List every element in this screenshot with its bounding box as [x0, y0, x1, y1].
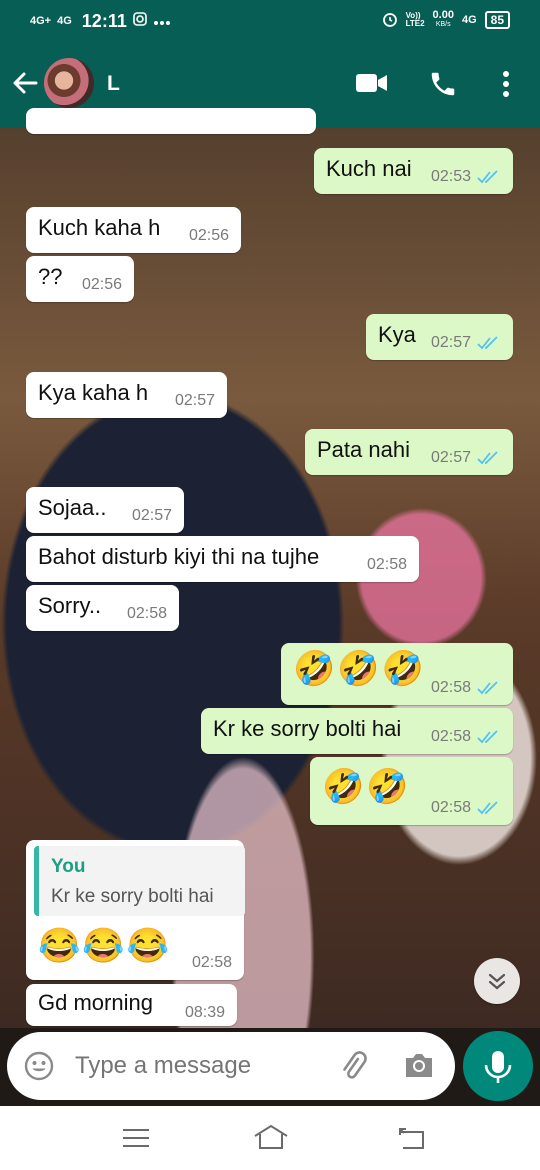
- message-time: 08:39: [184, 1004, 225, 1021]
- message-emoji: 🤣🤣: [322, 768, 411, 806]
- message-bubble-incoming[interactable]: Kuch kaha h 02:56: [26, 207, 241, 253]
- message-emoji: 😂😂😂: [38, 927, 172, 965]
- system-nav-bar: [0, 1106, 540, 1170]
- message-text: Kya: [378, 322, 416, 347]
- network-indicator-3: 4G: [461, 13, 477, 26]
- message-bubble-incoming[interactable]: Kya kaha h 02:57: [26, 372, 227, 418]
- quoted-text: Kr ke sorry bolti hai: [51, 886, 214, 907]
- message-bubble-outgoing[interactable]: Kya 02:57: [366, 314, 513, 360]
- message-emoji: 🤣🤣🤣: [293, 650, 427, 688]
- mic-button[interactable]: [463, 1031, 533, 1101]
- read-ticks-icon: [477, 451, 498, 465]
- message-text: Kr ke sorry bolti hai: [213, 716, 402, 741]
- status-time: 12:11: [81, 11, 127, 31]
- message-text: Bahot disturb kiyi thi na tujhe: [38, 544, 320, 569]
- scroll-down-button[interactable]: [474, 958, 520, 1004]
- network-indicator-2: 4G: [57, 15, 72, 27]
- message-time: 02:58: [430, 728, 471, 745]
- network-indicator-1: 4G+: [30, 15, 52, 27]
- message-time: 02:56: [81, 276, 122, 293]
- message-text: Sorry..: [38, 593, 102, 618]
- contact-avatar[interactable]: [44, 58, 94, 108]
- voice-call-icon[interactable]: [428, 69, 458, 104]
- message-time: 02:57: [174, 392, 215, 409]
- message-bubble-reply[interactable]: You Kr ke sorry bolti hai 😂😂😂 02:58: [26, 840, 245, 980]
- status-bar: 4G+ 4G 12:11 Vo)) LTE2 0.00 KB/s 4G 85: [0, 0, 540, 42]
- data-speed: 0.00 KB/s: [432, 9, 454, 29]
- message-bubble-incoming[interactable]: ?? 02:56: [26, 256, 134, 302]
- message-bubble-outgoing[interactable]: Kuch nai 02:53: [314, 148, 513, 194]
- read-ticks-icon: [477, 681, 498, 695]
- mic-icon: [484, 1051, 512, 1083]
- message-time: 02:53: [430, 168, 471, 185]
- read-ticks-icon: [477, 336, 498, 350]
- message-time: 02:58: [191, 954, 232, 971]
- volte-indicator: Vo)) LTE2: [405, 11, 425, 28]
- message-text: Kuch nai: [326, 156, 412, 181]
- message-bubble-outgoing[interactable]: 🤣🤣🤣 02:58: [281, 643, 513, 705]
- more-options-icon[interactable]: [502, 70, 510, 103]
- message-text: Pata nahi: [317, 437, 410, 462]
- message-time: 02:58: [430, 799, 471, 816]
- message-bubble-partial: [26, 108, 316, 134]
- back-arrow-icon[interactable]: [10, 68, 40, 98]
- message-time: 02:58: [430, 679, 471, 696]
- back-nav-icon[interactable]: [398, 1126, 426, 1155]
- message-time: 02:57: [131, 507, 172, 524]
- read-ticks-icon: [477, 730, 498, 744]
- message-composer: [7, 1032, 455, 1100]
- battery-indicator: 85: [484, 11, 510, 29]
- more-notifications-icon: [153, 13, 171, 31]
- message-text: ??: [38, 264, 63, 289]
- message-text: Sojaa..: [38, 495, 107, 520]
- message-time: 02:58: [126, 605, 167, 622]
- message-text: Kya kaha h: [38, 380, 149, 405]
- alarm-icon: [382, 11, 398, 30]
- contact-name[interactable]: L: [107, 72, 120, 96]
- message-bubble-incoming[interactable]: Bahot disturb kiyi thi na tujhe 02:58: [26, 536, 419, 582]
- home-nav-icon[interactable]: [254, 1124, 288, 1155]
- menu-nav-icon[interactable]: [122, 1128, 150, 1153]
- attach-icon[interactable]: [337, 1050, 369, 1087]
- quoted-author: You: [51, 856, 86, 877]
- message-text: Gd morning: [38, 990, 153, 1015]
- quoted-message[interactable]: You Kr ke sorry bolti hai: [34, 846, 245, 916]
- camera-icon[interactable]: [403, 1050, 435, 1085]
- message-input[interactable]: [73, 1051, 307, 1081]
- message-text: Kuch kaha h: [38, 215, 161, 240]
- message-bubble-outgoing[interactable]: Pata nahi 02:57: [305, 429, 513, 475]
- video-call-icon[interactable]: [356, 72, 388, 99]
- message-bubble-outgoing[interactable]: 🤣🤣 02:58: [310, 757, 513, 825]
- read-ticks-icon: [477, 170, 498, 184]
- message-bubble-outgoing[interactable]: Kr ke sorry bolti hai 02:58: [201, 708, 513, 754]
- message-time: 02:58: [366, 556, 407, 573]
- message-bubble-incoming[interactable]: Gd morning 08:39: [26, 984, 237, 1026]
- message-time: 02:56: [188, 227, 229, 244]
- message-bubble-incoming[interactable]: Sojaa.. 02:57: [26, 487, 184, 533]
- instagram-notification-icon: [133, 12, 147, 31]
- scroll-down-icon: [488, 973, 506, 990]
- read-ticks-icon: [477, 801, 498, 815]
- message-bubble-incoming[interactable]: Sorry.. 02:58: [26, 585, 179, 631]
- emoji-icon[interactable]: [23, 1050, 55, 1087]
- message-time: 02:57: [430, 449, 471, 466]
- message-time: 02:57: [430, 334, 471, 351]
